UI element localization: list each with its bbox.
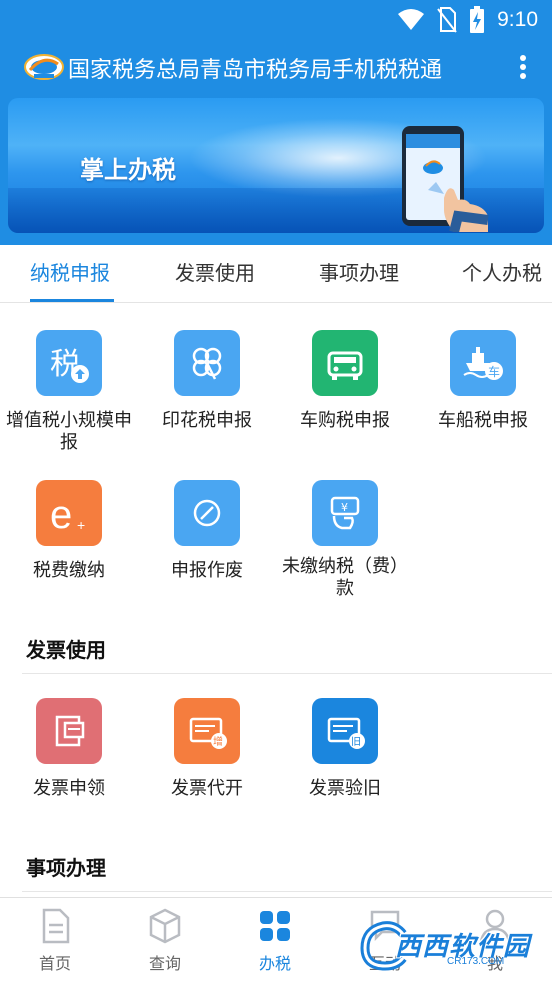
tab-tax-declaration[interactable]: 纳税申报 [30, 257, 110, 286]
grid-item-label: 增值税小规模申报 [6, 410, 132, 453]
grid-item-label: 申报作废 [171, 560, 243, 581]
active-tab-indicator [30, 299, 114, 302]
wifi-icon [398, 9, 425, 30]
svg-text:旧: 旧 [351, 736, 361, 748]
grid-item-vehicle-purchase[interactable]: 车购税申报 [276, 330, 414, 432]
status-bar: 9:10 [0, 0, 552, 40]
grid-item-invoice-verify[interactable]: 旧 发票验旧 [276, 698, 414, 800]
grid-item-label: 发票验旧 [309, 778, 381, 799]
car-icon [312, 330, 378, 396]
clover-icon [174, 330, 240, 396]
void-icon [174, 480, 240, 546]
nav-tax[interactable]: 办税 [235, 908, 315, 974]
tab-matters[interactable]: 事项办理 [319, 257, 399, 286]
invoice-issue-icon: 增 [174, 698, 240, 764]
box-icon [149, 908, 181, 944]
grid-item-label: 未缴纳税（费）款 [282, 556, 408, 599]
app-title: 国家税务总局青岛市税务局手机税税通 [68, 58, 443, 83]
grid-item-label: 印花税申报 [162, 410, 252, 431]
nav-label: 办税 [258, 954, 291, 973]
promo-banner[interactable]: 掌上办税 [8, 98, 544, 233]
grid-item-vat-small[interactable]: 税 增值税小规模申报 [0, 330, 138, 454]
grid-item-label: 发票代开 [171, 778, 243, 799]
title-bar: 国家税务总局青岛市税务局手机税税通 [0, 44, 552, 92]
e-pay-icon: e + [36, 480, 102, 546]
svg-text:+: + [77, 517, 85, 533]
section-title-matters: 事项办理 [26, 856, 106, 880]
banner-text: 掌上办税 [80, 156, 176, 184]
section-title-invoice: 发票使用 [26, 638, 106, 662]
grid-item-label: 车购税申报 [300, 410, 390, 431]
phone-hand-icon [402, 126, 489, 232]
document-icon [42, 908, 70, 944]
tax-upload-icon: 税 [36, 330, 102, 396]
nav-home[interactable]: 首页 [15, 908, 95, 974]
tab-invoice-use[interactable]: 发票使用 [175, 257, 255, 286]
app-header: 9:10 国家税务总局青岛市税务局手机税税通 掌上办税 [0, 0, 552, 245]
divider [22, 673, 552, 674]
hand-money-icon: ¥ [312, 480, 378, 546]
grid-item-label: 车船税申报 [438, 410, 528, 431]
ship-icon: 车 [450, 330, 516, 396]
invoice-verify-icon: 旧 [312, 698, 378, 764]
battery-charging-icon [470, 6, 485, 33]
grid-item-vessel-tax[interactable]: 车 车船税申报 [414, 330, 552, 432]
nav-query[interactable]: 查询 [125, 908, 205, 974]
clock: 9:10 [497, 8, 538, 31]
tab-personal-tax[interactable]: 个人办税 [462, 257, 542, 286]
svg-text:增: 增 [213, 735, 223, 748]
tax-logo-icon [24, 54, 64, 80]
divider [22, 891, 552, 892]
grid-item-void-declaration[interactable]: 申报作废 [138, 480, 276, 582]
nav-label: 查询 [148, 954, 181, 973]
more-menu-icon[interactable] [516, 52, 530, 84]
grid-item-label: 税费缴纳 [33, 560, 105, 581]
grid-item-invoice-issue[interactable]: 增 发票代开 [138, 698, 276, 800]
svg-text:车: 车 [488, 364, 500, 379]
watermark-sub: CR173.COM [447, 956, 505, 967]
no-sim-icon [437, 7, 457, 33]
grid-item-unpaid-tax[interactable]: ¥ 未缴纳税（费）款 [276, 480, 414, 600]
svg-text:e: e [50, 493, 72, 536]
grid-item-invoice-apply[interactable]: 发票申领 [0, 698, 138, 800]
grid-item-label: 发票申领 [33, 778, 105, 799]
svg-text:¥: ¥ [341, 501, 348, 514]
grid-item-tax-payment[interactable]: e + 税费缴纳 [0, 480, 138, 582]
grid-icon [260, 911, 290, 941]
grid-item-stamp-duty[interactable]: 印花税申报 [138, 330, 276, 432]
site-watermark: 西西软件园 CR173.COM [355, 920, 535, 972]
invoice-apply-icon [36, 698, 102, 764]
category-tabs: 纳税申报 发票使用 事项办理 个人办税 [0, 245, 552, 303]
nav-label: 首页 [38, 954, 71, 973]
